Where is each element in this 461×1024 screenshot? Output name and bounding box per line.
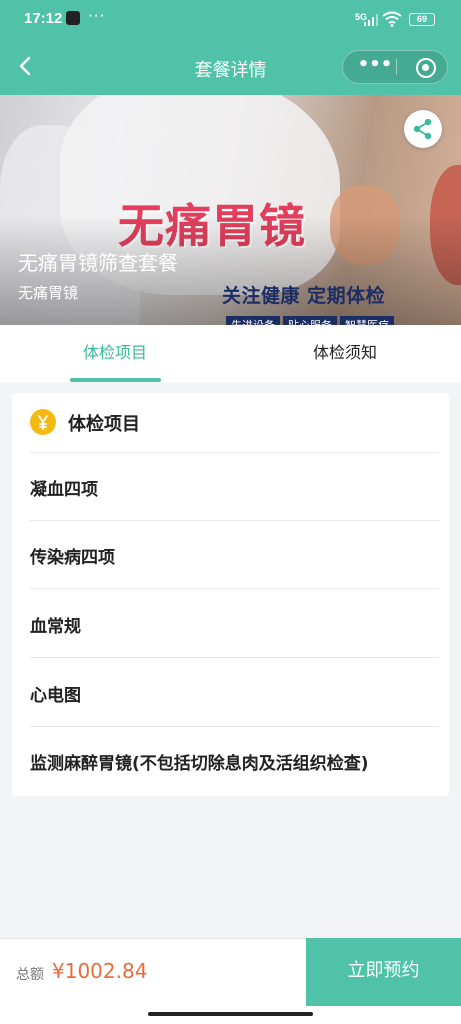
medal-icon: [30, 409, 56, 435]
capsule-divider: [396, 59, 397, 75]
item-label: 心电图: [30, 686, 81, 706]
banner-chips: 先进设备贴心服务智慧医疗: [226, 314, 397, 325]
card-title: 体检项目: [68, 414, 140, 435]
list-item[interactable]: 传染病四项: [12, 521, 449, 589]
nav-bar: 套餐详情 •••: [0, 40, 461, 95]
close-miniapp-icon[interactable]: [416, 58, 436, 78]
app-notification-icon: [66, 11, 80, 25]
status-bar: 17:12 ··· 5G 69: [0, 0, 461, 40]
miniapp-capsule: •••: [342, 50, 448, 84]
package-category: 无痛胃镜: [18, 284, 79, 302]
top-bar: 17:12 ··· 5G 69 套餐详情 •••: [0, 0, 461, 95]
exam-items-card: 体检项目 凝血四项 传染病四项 血常规 心电图 监测麻醉胃镜(不包括切除息肉及活…: [12, 393, 449, 796]
tab-active-indicator: [70, 378, 161, 382]
tab-bar: 体检项目 体检须知: [0, 325, 461, 382]
total-label: 总额: [16, 967, 44, 983]
status-more-icon: ···: [88, 7, 106, 25]
list-item[interactable]: 血常规: [12, 590, 449, 658]
list-item[interactable]: 凝血四项: [12, 453, 449, 521]
package-banner: 无痛胃镜 关注健康 定期体检 先进设备贴心服务智慧医疗 无痛胃镜筛查套餐 无痛胃…: [0, 95, 461, 325]
item-label: 传染病四项: [30, 548, 115, 568]
divider: [30, 657, 439, 658]
share-button[interactable]: [404, 110, 442, 148]
tab-exam-notice[interactable]: 体检须知: [230, 325, 460, 382]
banner-chip: 先进设备: [226, 316, 280, 325]
package-name: 无痛胃镜筛查套餐: [18, 251, 178, 275]
total-price: ¥1002.84: [52, 959, 148, 983]
signal-icon: [364, 14, 378, 26]
battery-icon: 69: [409, 13, 435, 26]
banner-chip: 贴心服务: [283, 316, 337, 325]
card-header: 体检项目: [12, 393, 449, 453]
book-now-button[interactable]: 立即预约: [306, 938, 461, 1006]
divider: [30, 588, 439, 589]
status-time: 17:12: [24, 10, 63, 27]
item-label: 监测麻醉胃镜(不包括切除息肉及活组织检查): [30, 754, 369, 774]
item-label: 凝血四项: [30, 480, 98, 500]
tab-exam-items[interactable]: 体检项目: [0, 325, 230, 382]
share-icon: [413, 118, 432, 140]
wifi-icon: [382, 11, 402, 27]
item-label: 血常规: [30, 617, 81, 637]
list-item[interactable]: 监测麻醉胃镜(不包括切除息肉及活组织检查): [12, 727, 449, 795]
banner-chip: 智慧医疗: [340, 316, 394, 325]
more-menu-icon[interactable]: •••: [355, 51, 395, 83]
list-item[interactable]: 心电图: [12, 659, 449, 727]
banner-slogan: 关注健康 定期体检: [222, 285, 386, 307]
home-indicator[interactable]: [148, 1012, 313, 1016]
